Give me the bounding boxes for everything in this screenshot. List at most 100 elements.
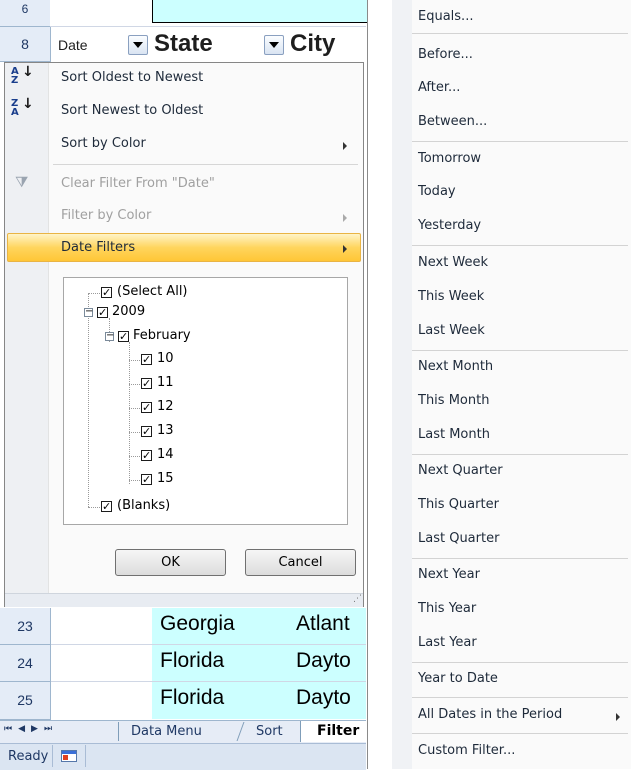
next-year-item[interactable]: Next Year bbox=[418, 567, 480, 582]
next-sheet-icon[interactable]: ▶ bbox=[31, 724, 44, 734]
last-year-item[interactable]: Last Year bbox=[418, 635, 477, 650]
menu-resize-bar bbox=[5, 593, 363, 607]
last-week-item[interactable]: Last Week bbox=[418, 323, 485, 338]
before-item[interactable]: Before... bbox=[418, 47, 473, 62]
tab-label: Filter bbox=[317, 723, 360, 739]
day-label: 11 bbox=[157, 375, 174, 390]
blanks-checkbox[interactable]: ✓ bbox=[101, 501, 112, 512]
all-dates-in-period-item[interactable]: All Dates in the Period bbox=[418, 707, 562, 722]
date-cell[interactable] bbox=[51, 608, 152, 645]
menu-separator bbox=[412, 697, 628, 698]
next-month-item[interactable]: Next Month bbox=[418, 359, 493, 374]
tree-line bbox=[129, 342, 130, 484]
last-sheet-icon[interactable]: ⏭ bbox=[44, 724, 58, 734]
selected-cell-range[interactable] bbox=[152, 0, 367, 23]
row-header-25[interactable]: 25 bbox=[0, 682, 51, 720]
tree-line bbox=[129, 432, 140, 433]
sort-descending-icon: Z A ↓ bbox=[11, 96, 34, 118]
month-label: February bbox=[133, 328, 191, 343]
submenu-arrow-icon bbox=[343, 214, 347, 222]
submenu-arrow-icon bbox=[343, 142, 347, 150]
sort-by-color[interactable]: Sort by Color bbox=[61, 136, 146, 151]
menu-separator bbox=[412, 733, 628, 734]
day-label: 10 bbox=[157, 351, 174, 366]
day-checkbox[interactable]: ✓ bbox=[141, 378, 152, 389]
sort-newest-to-oldest[interactable]: Sort Newest to Oldest bbox=[61, 103, 203, 118]
state-cell[interactable]: Florida bbox=[160, 649, 224, 673]
next-week-item[interactable]: Next Week bbox=[418, 255, 488, 270]
after-item[interactable]: After... bbox=[418, 80, 460, 95]
year-label: 2009 bbox=[112, 304, 146, 319]
filter-by-color: Filter by Color bbox=[61, 208, 152, 223]
sort-oldest-to-newest[interactable]: Sort Oldest to Newest bbox=[61, 70, 203, 85]
cancel-button[interactable]: Cancel bbox=[245, 549, 356, 576]
day-checkbox[interactable]: ✓ bbox=[141, 426, 152, 437]
tree-line bbox=[129, 456, 140, 457]
equals-item[interactable]: Equals... bbox=[418, 9, 473, 24]
tab-label: Data Menu bbox=[131, 724, 202, 739]
row-header-8[interactable]: 8 bbox=[0, 27, 51, 62]
day-checkbox[interactable]: ✓ bbox=[141, 402, 152, 413]
row-header-24[interactable]: 24 bbox=[0, 645, 51, 682]
select-all-checkbox[interactable]: ✓ bbox=[101, 287, 112, 298]
row-number: 24 bbox=[17, 655, 33, 671]
tree-line bbox=[88, 507, 100, 508]
this-month-item[interactable]: This Month bbox=[418, 393, 489, 408]
last-quarter-item[interactable]: Last Quarter bbox=[418, 531, 499, 546]
date-filter-dropdown-button[interactable] bbox=[128, 35, 148, 55]
this-year-item[interactable]: This Year bbox=[418, 601, 476, 616]
resize-grip-icon[interactable]: ⋰ bbox=[353, 594, 362, 604]
submenu-arrow-icon bbox=[343, 245, 347, 253]
day-label: 12 bbox=[157, 399, 174, 414]
tree-line bbox=[88, 293, 89, 507]
year-checkbox[interactable]: ✓ bbox=[97, 307, 108, 318]
submenu-icon-column bbox=[392, 0, 412, 769]
day-checkbox[interactable]: ✓ bbox=[141, 450, 152, 461]
menu-separator bbox=[412, 141, 628, 142]
city-cell[interactable]: Dayto bbox=[296, 686, 366, 710]
day-label: 13 bbox=[157, 423, 174, 438]
day-checkbox[interactable]: ✓ bbox=[141, 474, 152, 485]
city-cell[interactable]: Atlant bbox=[296, 612, 366, 636]
row-header-23[interactable]: 23 bbox=[0, 608, 51, 645]
tomorrow-item[interactable]: Tomorrow bbox=[418, 151, 481, 166]
first-sheet-icon[interactable]: ⏮ bbox=[4, 724, 18, 734]
between-item[interactable]: Between... bbox=[418, 114, 487, 129]
status-divider bbox=[52, 745, 53, 767]
city-cell[interactable]: Dayto bbox=[296, 649, 366, 673]
tab-sort-label: Sort bbox=[256, 724, 283, 739]
this-quarter-item[interactable]: This Quarter bbox=[418, 497, 499, 512]
collapse-icon[interactable]: − bbox=[105, 331, 114, 341]
prev-sheet-icon[interactable]: ◀ bbox=[18, 724, 31, 734]
row-number: 25 bbox=[17, 692, 33, 708]
date-tree-list[interactable]: ✓ (Select All) − ✓ 2009 − ✓ February ✓ 1… bbox=[63, 277, 348, 525]
menu-separator bbox=[412, 558, 628, 559]
cancel-label: Cancel bbox=[278, 555, 323, 570]
status-divider bbox=[85, 745, 86, 767]
menu-separator bbox=[412, 662, 628, 663]
custom-filter-item[interactable]: Custom Filter... bbox=[418, 743, 515, 758]
this-week-item[interactable]: This Week bbox=[418, 289, 484, 304]
autofilter-menu: A Z ↓ Sort Oldest to Newest Z A ↓ Sort Newes… bbox=[4, 62, 364, 607]
clear-filter-from-date: Clear Filter From "Date" bbox=[61, 176, 215, 191]
yesterday-item[interactable]: Yesterday bbox=[418, 218, 481, 233]
tab-data-menu[interactable]: Data Menu bbox=[118, 722, 243, 741]
next-quarter-item[interactable]: Next Quarter bbox=[418, 463, 503, 478]
state-filter-dropdown-button[interactable] bbox=[264, 35, 284, 55]
row-header-top[interactable]: 6 bbox=[0, 0, 51, 27]
state-cell[interactable]: Florida bbox=[160, 686, 224, 710]
ok-label: OK bbox=[161, 555, 180, 570]
date-cell[interactable] bbox=[51, 645, 152, 682]
date-filters-label: Date Filters bbox=[61, 240, 136, 255]
date-cell[interactable] bbox=[51, 682, 152, 719]
month-checkbox[interactable]: ✓ bbox=[118, 331, 129, 342]
last-month-item[interactable]: Last Month bbox=[418, 427, 490, 442]
collapse-icon[interactable]: − bbox=[84, 307, 93, 317]
tab-filter[interactable]: Filter bbox=[300, 721, 367, 742]
year-to-date-item[interactable]: Year to Date bbox=[418, 671, 498, 686]
ok-button[interactable]: OK bbox=[115, 549, 226, 576]
state-cell[interactable]: Georgia bbox=[160, 612, 235, 636]
today-item[interactable]: Today bbox=[418, 184, 456, 199]
macro-record-icon[interactable] bbox=[61, 750, 77, 762]
day-checkbox[interactable]: ✓ bbox=[141, 354, 152, 365]
